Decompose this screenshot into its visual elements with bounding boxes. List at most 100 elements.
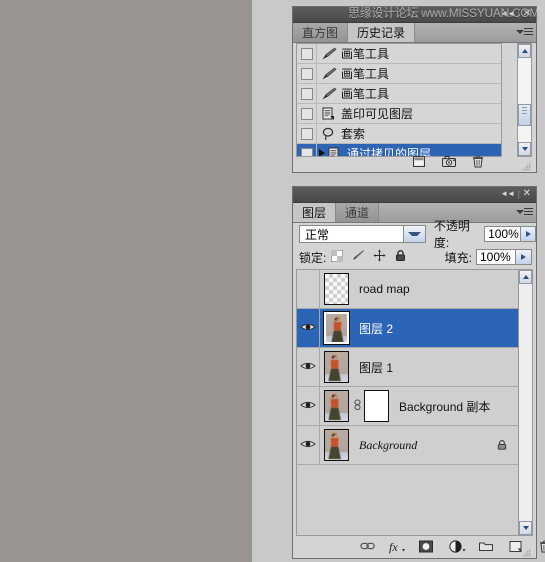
- tab-histogram-label: 直方图: [302, 26, 339, 40]
- scroll-up-icon[interactable]: [519, 270, 532, 284]
- mask-link-icon[interactable]: [353, 398, 362, 414]
- tab-channels[interactable]: 通道: [336, 203, 380, 222]
- scroll-up-icon[interactable]: [518, 44, 531, 58]
- tab-histogram[interactable]: 直方图: [293, 23, 349, 42]
- layer-visibility-toggle[interactable]: [297, 387, 320, 425]
- lock-position-icon[interactable]: [373, 249, 386, 265]
- layers-scrollbar[interactable]: [518, 269, 533, 536]
- history-item-snapshot-toggle[interactable]: [297, 64, 317, 83]
- adjustment-layer-icon[interactable]: [448, 539, 466, 555]
- link-layers-icon[interactable]: [358, 539, 376, 555]
- history-item[interactable]: 套索: [297, 124, 501, 144]
- layer-row[interactable]: Background 副本: [297, 387, 520, 426]
- new-group-icon[interactable]: [478, 539, 494, 555]
- chevron-down-icon[interactable]: [402, 226, 425, 242]
- layer-name: road map: [359, 282, 410, 296]
- blend-mode-value: 正常: [305, 227, 330, 242]
- opacity-stepper[interactable]: [521, 226, 536, 242]
- lock-all-icon[interactable]: [394, 249, 407, 265]
- history-item[interactable]: 画笔工具: [297, 44, 501, 64]
- brush-icon: [317, 84, 339, 103]
- layer-row[interactable]: 图层 2: [297, 309, 520, 348]
- add-layer-mask-icon[interactable]: [418, 539, 434, 555]
- history-item-list[interactable]: 画笔工具 画笔工具 画笔工具 盖印可见图层 套索 通过拷贝的图层: [296, 43, 502, 157]
- layer-mask-thumbnail[interactable]: [364, 390, 389, 422]
- history-panel-tabstrip: 直方图 历史记录: [293, 23, 536, 43]
- tab-layers[interactable]: 图层: [293, 203, 337, 222]
- lock-all-icon: [496, 439, 508, 454]
- layer-visibility-toggle[interactable]: [297, 426, 320, 464]
- tab-history-label: 历史记录: [357, 26, 406, 40]
- history-item-label: 画笔工具: [341, 87, 390, 101]
- tab-channels-label: 通道: [345, 206, 370, 220]
- history-panel-footer: [296, 154, 533, 171]
- layer-thumbnail[interactable]: [323, 311, 350, 345]
- history-item-label: 画笔工具: [341, 67, 390, 81]
- dancer-photo: [0, 0, 252, 562]
- layer-thumbnail[interactable]: [324, 273, 349, 305]
- layer-list[interactable]: road map 图层 2 图层 1 Background 副本 Backgro…: [296, 269, 520, 536]
- layer-row[interactable]: Background: [297, 426, 520, 465]
- resize-grip[interactable]: [522, 160, 531, 171]
- history-scrollbar[interactable]: [517, 43, 532, 157]
- layer-thumbnail[interactable]: [324, 390, 349, 422]
- history-item[interactable]: 盖印可见图层: [297, 104, 501, 124]
- history-item-label: 盖印可见图层: [341, 107, 414, 121]
- lock-label: 锁定:: [299, 250, 327, 265]
- layer-style-fx-icon[interactable]: fx: [388, 539, 406, 555]
- layer-visibility-toggle[interactable]: [297, 348, 320, 386]
- layer-row[interactable]: road map: [297, 270, 520, 309]
- close-icon[interactable]: ✕: [523, 8, 531, 20]
- collapse-icon[interactable]: ◄◄: [500, 9, 515, 19]
- history-scroll-thumb[interactable]: [518, 104, 531, 126]
- layers-panel-tabstrip: 图层 通道: [293, 203, 536, 223]
- trash-icon[interactable]: [471, 154, 487, 169]
- lock-transparency-icon[interactable]: [330, 249, 344, 265]
- layer-name: 图层 2: [359, 321, 394, 336]
- svg-text:fx: fx: [389, 540, 398, 554]
- layers-panel: ◄◄ | ✕ 图层 通道 正常 不透明度: 100% 锁定: 填充: 100% …: [292, 186, 545, 559]
- layer-name: Background 副本: [399, 399, 491, 414]
- new-layer-icon[interactable]: [508, 539, 523, 555]
- layer-row[interactable]: 图层 1: [297, 348, 520, 387]
- brush-icon: [317, 64, 339, 83]
- history-panel-titlebar[interactable]: ◄◄ | ✕: [293, 7, 536, 23]
- blend-mode-select[interactable]: 正常: [299, 225, 426, 243]
- lock-image-pixels-icon[interactable]: [351, 249, 365, 265]
- history-item-snapshot-toggle[interactable]: [297, 104, 317, 123]
- titlebar-separator: |: [517, 189, 520, 199]
- layer-thumbnail[interactable]: [324, 351, 349, 383]
- fill-input[interactable]: 100%: [476, 249, 516, 265]
- titlebar-separator: |: [517, 9, 520, 19]
- eye-icon: [300, 360, 316, 375]
- delete-layer-icon[interactable]: [538, 539, 545, 555]
- layer-visibility-toggle[interactable]: [297, 270, 320, 308]
- new-document-icon[interactable]: [411, 154, 427, 169]
- camera-snapshot-icon[interactable]: [441, 154, 457, 169]
- history-item-snapshot-toggle[interactable]: [297, 84, 317, 103]
- eye-icon: [300, 399, 316, 414]
- close-icon[interactable]: ✕: [523, 188, 531, 200]
- blend-and-opacity-row: 正常 不透明度: 100%: [293, 219, 536, 250]
- document-canvas: [0, 0, 252, 562]
- scroll-down-icon[interactable]: [519, 521, 532, 535]
- layers-panel-footer: fx: [296, 538, 545, 557]
- tab-layers-label: 图层: [302, 206, 327, 220]
- collapse-icon[interactable]: ◄◄: [500, 189, 515, 199]
- panel-menu-icon[interactable]: [516, 206, 533, 219]
- tab-history[interactable]: 历史记录: [348, 23, 416, 42]
- lasso-icon: [317, 124, 339, 143]
- layer-name: Background: [359, 437, 418, 452]
- layers-panel-titlebar[interactable]: ◄◄ | ✕: [293, 187, 536, 203]
- history-item[interactable]: 画笔工具: [297, 84, 501, 104]
- layer-thumbnail[interactable]: [324, 429, 349, 461]
- fill-stepper[interactable]: [516, 249, 532, 265]
- history-item-snapshot-toggle[interactable]: [297, 44, 317, 63]
- panel-menu-icon[interactable]: [516, 26, 533, 39]
- opacity-input[interactable]: 100%: [484, 226, 522, 242]
- history-item[interactable]: 画笔工具: [297, 64, 501, 84]
- resize-grip[interactable]: [522, 546, 531, 557]
- layer-visibility-toggle[interactable]: [297, 309, 320, 347]
- history-item-snapshot-toggle[interactable]: [297, 124, 317, 143]
- history-panel: ◄◄ | ✕ 直方图 历史记录 画笔工具 画笔工具 画笔工具 盖印可见图层 套索…: [292, 6, 537, 173]
